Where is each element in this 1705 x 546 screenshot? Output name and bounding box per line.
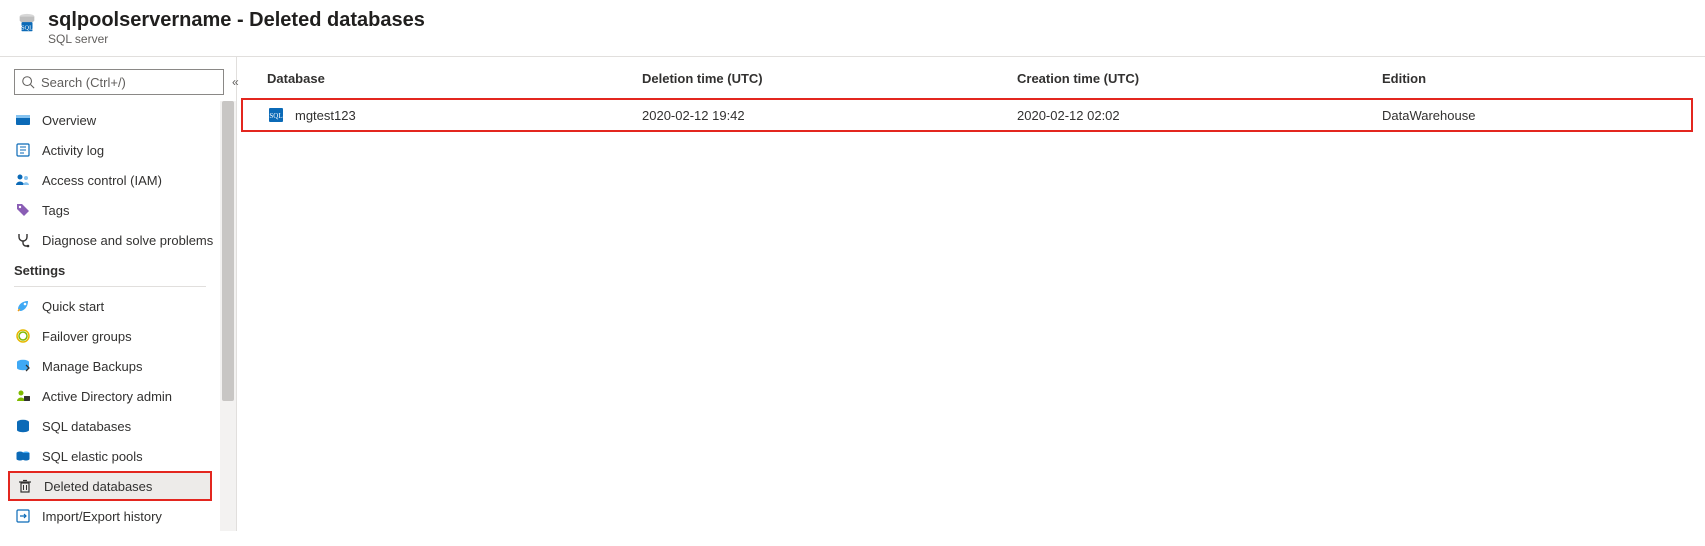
aad-admin-icon [14,387,32,405]
sidebar-section-settings: Settings [8,255,212,284]
cell-creation-time: 2020-02-12 02:02 [1017,108,1382,123]
page-subtitle: SQL server [48,32,425,46]
sidebar-item-deleted-databases[interactable]: Deleted databases [8,471,212,501]
page-title: sqlpoolservername - Deleted databases [48,8,425,32]
deleted-databases-table: Database Deletion time (UTC) Creation ti… [237,57,1705,132]
sidebar-item-import-export-history[interactable]: Import/Export history [8,501,212,531]
import-export-icon [14,507,32,525]
tags-icon [14,201,32,219]
sql-server-icon: SQL [16,12,38,34]
sidebar-item-label: Overview [42,113,96,128]
activity-log-icon [14,141,32,159]
sidebar-item-failover-groups[interactable]: Failover groups [8,321,212,351]
section-divider [14,286,206,287]
svg-text:SQL: SQL [269,112,282,120]
sidebar-item-label: Import/Export history [42,509,162,524]
sidebar-scrollbar[interactable] [220,101,236,531]
sidebar-item-manage-backups[interactable]: Manage Backups [8,351,212,381]
sidebar-nav: Overview Activity log Access control (IA… [8,105,228,531]
sidebar-item-tags[interactable]: Tags [8,195,212,225]
sidebar-item-label: Activity log [42,143,104,158]
column-header-deletion-time[interactable]: Deletion time (UTC) [642,71,1017,86]
sidebar-item-label: Failover groups [42,329,132,344]
sidebar-item-sql-databases[interactable]: SQL databases [8,411,212,441]
access-control-icon [14,171,32,189]
sidebar-item-label: Access control (IAM) [42,173,162,188]
sidebar-item-label: Tags [42,203,69,218]
quick-start-icon [14,297,32,315]
failover-groups-icon [14,327,32,345]
main-content: Database Deletion time (UTC) Creation ti… [237,57,1705,531]
svg-text:SQL: SQL [21,24,33,31]
search-input[interactable] [35,75,217,90]
column-header-database[interactable]: Database [267,71,642,86]
cell-database-name: mgtest123 [295,108,356,123]
page-header: SQL sqlpoolservername - Deleted database… [0,0,1705,57]
sql-elastic-pools-icon [14,447,32,465]
table-row[interactable]: SQL mgtest123 2020-02-12 19:42 2020-02-1… [241,98,1693,132]
diagnose-icon [14,231,32,249]
overview-icon [14,111,32,129]
sidebar-item-label: Active Directory admin [42,389,172,404]
sidebar-item-activity-log[interactable]: Activity log [8,135,212,165]
sidebar-item-quick-start[interactable]: Quick start [8,291,212,321]
cell-deletion-time: 2020-02-12 19:42 [642,108,1017,123]
deleted-databases-icon [16,477,34,495]
column-header-creation-time[interactable]: Creation time (UTC) [1017,71,1382,86]
sidebar-item-label: Quick start [42,299,104,314]
sidebar-item-access-control[interactable]: Access control (IAM) [8,165,212,195]
sql-database-icon: SQL [267,106,285,124]
scrollbar-thumb[interactable] [222,101,234,401]
sidebar-item-aad-admin[interactable]: Active Directory admin [8,381,212,411]
column-header-edition[interactable]: Edition [1382,71,1675,86]
sidebar-item-diagnose[interactable]: Diagnose and solve problems [8,225,212,255]
sidebar: « Overview Activity log Access contr [0,57,237,531]
sidebar-item-sql-elastic-pools[interactable]: SQL elastic pools [8,441,212,471]
sidebar-item-label: Deleted databases [44,479,152,494]
collapse-sidebar-button[interactable]: « [232,75,239,89]
search-icon [21,75,35,89]
sidebar-search-box[interactable] [14,69,224,95]
sidebar-item-label: SQL elastic pools [42,449,143,464]
sidebar-item-label: SQL databases [42,419,131,434]
table-header-row: Database Deletion time (UTC) Creation ti… [237,57,1705,98]
sql-databases-icon [14,417,32,435]
manage-backups-icon [14,357,32,375]
sidebar-item-overview[interactable]: Overview [8,105,212,135]
sidebar-item-label: Diagnose and solve problems [42,233,213,248]
sidebar-item-label: Manage Backups [42,359,142,374]
cell-edition: DataWarehouse [1382,108,1665,123]
